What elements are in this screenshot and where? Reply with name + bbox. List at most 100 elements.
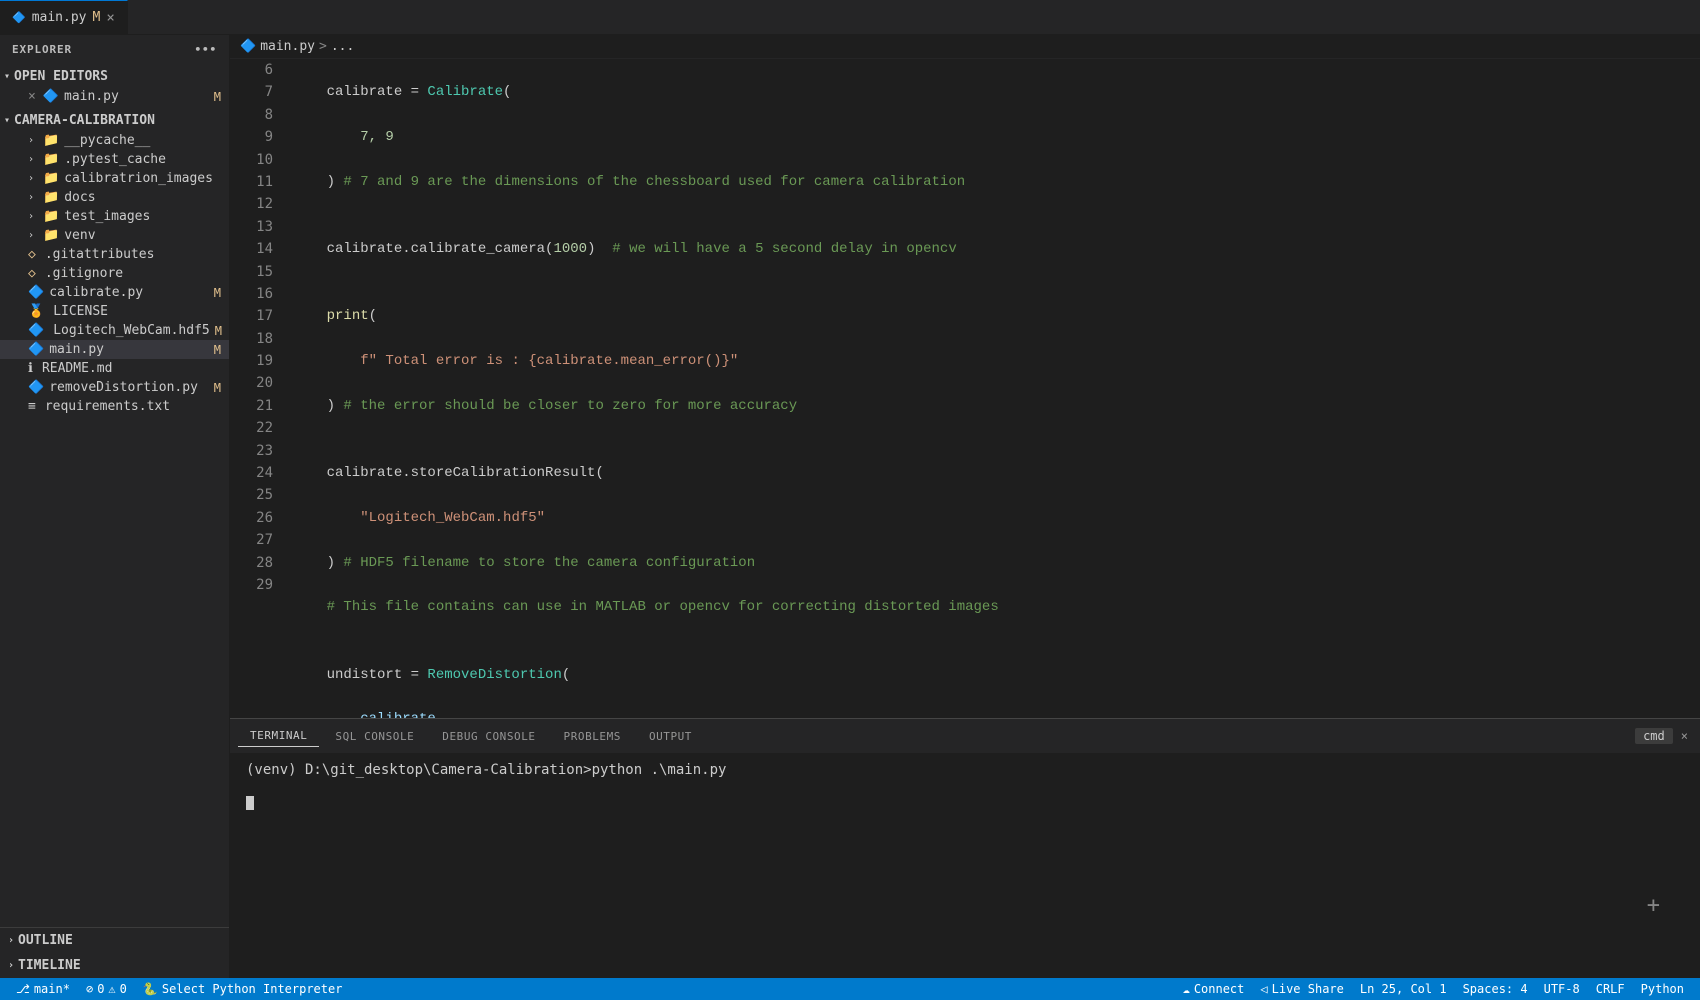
warning-icon: ⚠ xyxy=(108,982,115,996)
folder-icon: 📁 xyxy=(43,190,59,205)
project-header[interactable]: ▾ CAMERA-CALIBRATION xyxy=(0,110,229,131)
python-icon: 🔷 xyxy=(28,285,44,300)
sidebar: EXPLORER ••• ▾ OPEN EDITORS × 🔷 main.py … xyxy=(0,35,230,978)
status-position[interactable]: Ln 25, Col 1 xyxy=(1352,982,1455,996)
outline-label: OUTLINE xyxy=(18,933,73,948)
folder-chevron: › xyxy=(28,211,34,222)
file-name: LICENSE xyxy=(53,304,108,319)
editor-and-terminal: 6 7 8 9 10 11 12 13 14 15 16 17 18 19 20… xyxy=(230,59,1700,978)
sidebar-item-main-py[interactable]: 🔷 main.py M xyxy=(0,340,229,359)
license-icon: 🏅 xyxy=(28,304,44,319)
tab-label: main.py xyxy=(32,10,87,25)
folder-name: test_images xyxy=(64,209,150,224)
tab-terminal[interactable]: TERMINAL xyxy=(238,725,319,747)
sidebar-item-docs[interactable]: › 📁 docs xyxy=(0,188,229,207)
spaces-label: Spaces: 4 xyxy=(1463,982,1528,996)
sidebar-item-gitattributes[interactable]: ◇ .gitattributes xyxy=(0,245,229,264)
folder-name: venv xyxy=(64,228,95,243)
tab-close-button[interactable]: × xyxy=(106,11,114,25)
breadcrumb-icon: 🔷 xyxy=(240,39,256,54)
live-share-label: Live Share xyxy=(1272,982,1344,996)
terminal-cursor xyxy=(246,796,254,810)
connect-label: Connect xyxy=(1194,982,1245,996)
python-interpreter-label: Select Python Interpreter xyxy=(162,982,343,996)
tab-problems[interactable]: PROBLEMS xyxy=(552,726,633,747)
breadcrumb-sep: > xyxy=(319,39,327,54)
modified-badge: M xyxy=(214,90,221,104)
sidebar-item-pytest-cache[interactable]: › 📁 .pytest_cache xyxy=(0,150,229,169)
close-icon[interactable]: × xyxy=(28,89,36,104)
status-git-branch[interactable]: ⎇ main* xyxy=(8,978,78,1000)
modified-badge: M xyxy=(214,381,221,395)
folder-name: docs xyxy=(64,190,95,205)
status-live-share[interactable]: ◁ Live Share xyxy=(1252,982,1351,996)
terminal-close-icon[interactable]: × xyxy=(1677,729,1692,743)
breadcrumb-more[interactable]: ... xyxy=(331,39,354,54)
status-errors[interactable]: ⊘ 0 ⚠ 0 xyxy=(78,978,135,1000)
outline-section[interactable]: › OUTLINE xyxy=(0,928,229,953)
sidebar-item-requirements[interactable]: ≡ requirements.txt xyxy=(0,397,229,416)
folder-name: .pytest_cache xyxy=(64,152,166,167)
sidebar-header: EXPLORER ••• xyxy=(0,35,229,64)
terminal-body[interactable]: (venv) D:\git_desktop\Camera-Calibration… xyxy=(230,754,1700,978)
language-label: Python xyxy=(1641,982,1684,996)
folder-name: __pycache__ xyxy=(64,133,150,148)
open-editor-item-main-py[interactable]: × 🔷 main.py M xyxy=(0,87,229,106)
python-icon: 🐍 xyxy=(143,982,158,996)
modified-badge: M xyxy=(214,286,221,300)
sidebar-item-venv[interactable]: › 📁 venv xyxy=(0,226,229,245)
timeline-section[interactable]: › TIMELINE xyxy=(0,953,229,978)
status-encoding[interactable]: UTF-8 xyxy=(1536,982,1588,996)
sidebar-item-gitignore[interactable]: ◇ .gitignore xyxy=(0,264,229,283)
breadcrumb-file[interactable]: main.py xyxy=(260,39,315,54)
timeline-chevron: › xyxy=(8,960,14,971)
file-name: main.py xyxy=(49,342,104,357)
sidebar-menu-icon[interactable]: ••• xyxy=(194,43,217,56)
sidebar-item-calibration-images[interactable]: › 📁 calibratrion_images xyxy=(0,169,229,188)
tab-main-py[interactable]: 🔷 main.py M × xyxy=(0,0,128,34)
folder-icon: 📁 xyxy=(43,133,59,148)
timeline-label: TIMELINE xyxy=(18,958,81,973)
tab-bar: 🔷 main.py M × xyxy=(0,0,1700,35)
python-icon: 🔷 xyxy=(28,380,44,395)
file-name: removeDistortion.py xyxy=(49,380,198,395)
modified-badge: M xyxy=(214,343,221,357)
status-python-interpreter[interactable]: 🐍 Select Python Interpreter xyxy=(135,978,351,1000)
sidebar-item-calibrate-py[interactable]: 🔷 calibrate.py M xyxy=(0,283,229,302)
open-editors-header[interactable]: ▾ OPEN EDITORS xyxy=(0,66,229,87)
folder-chevron: › xyxy=(28,192,34,203)
outline-chevron: › xyxy=(8,935,14,946)
python-icon: 🔷 xyxy=(43,89,59,104)
folder-chevron: › xyxy=(28,154,34,165)
folder-chevron: › xyxy=(28,230,34,241)
sidebar-item-license[interactable]: 🏅 LICENSE xyxy=(0,302,229,321)
open-editor-filename: main.py xyxy=(64,89,119,104)
folder-icon: 📁 xyxy=(43,171,59,186)
tab-sql-console[interactable]: SQL CONSOLE xyxy=(323,726,426,747)
sidebar-item-hdf5[interactable]: 🔷 Logitech_WebCam.hdf5 M xyxy=(0,321,229,340)
terminal-line-1: (venv) D:\git_desktop\Camera-Calibration… xyxy=(246,762,1684,778)
sidebar-item-readme[interactable]: ℹ README.md xyxy=(0,359,229,378)
terminal-right-controls: cmd × xyxy=(1635,728,1692,744)
plus-icon: + xyxy=(1647,893,1660,918)
terminal-name: cmd xyxy=(1635,728,1673,744)
project-chevron: ▾ xyxy=(4,115,10,126)
sidebar-item-removedistortion[interactable]: 🔷 removeDistortion.py M xyxy=(0,378,229,397)
open-editors-label: OPEN EDITORS xyxy=(14,69,108,84)
tab-modified-badge: M xyxy=(93,10,101,25)
file-name: .gitattributes xyxy=(45,247,155,262)
tab-debug-console[interactable]: DEBUG CONSOLE xyxy=(430,726,547,747)
encoding-label: UTF-8 xyxy=(1544,982,1580,996)
file-name: requirements.txt xyxy=(45,399,170,414)
status-line-ending[interactable]: CRLF xyxy=(1588,982,1633,996)
sidebar-item-test-images[interactable]: › 📁 test_images xyxy=(0,207,229,226)
status-spaces[interactable]: Spaces: 4 xyxy=(1455,982,1536,996)
status-connect[interactable]: ☁ Connect xyxy=(1175,982,1253,996)
modified-badge: M xyxy=(215,324,222,338)
status-language[interactable]: Python xyxy=(1633,982,1692,996)
connect-icon: ☁ xyxy=(1183,982,1190,996)
code-editor[interactable]: 6 7 8 9 10 11 12 13 14 15 16 17 18 19 20… xyxy=(230,59,1700,718)
sidebar-item-pycache[interactable]: › 📁 __pycache__ xyxy=(0,131,229,150)
python-icon: 🔷 xyxy=(28,342,44,357)
tab-output[interactable]: OUTPUT xyxy=(637,726,704,747)
